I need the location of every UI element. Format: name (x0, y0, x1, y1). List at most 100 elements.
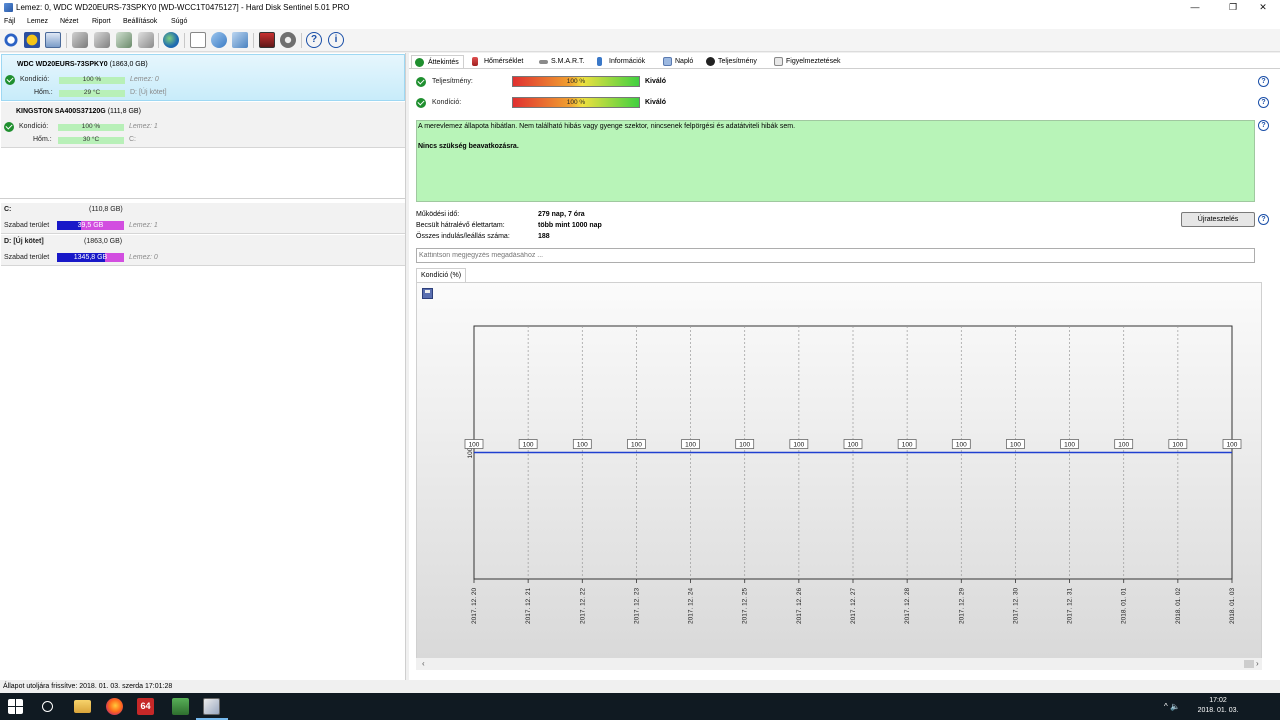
alert-icon (774, 57, 783, 66)
condition-value: 100 % (81, 123, 101, 130)
data-label: 100 (956, 442, 967, 449)
tab-label: Áttekintés (428, 59, 459, 66)
divider (0, 198, 406, 199)
retest-button[interactable]: Újratesztelés (1181, 212, 1255, 227)
clock-time[interactable]: 17:02 (1198, 697, 1238, 704)
data-label: 100 (577, 442, 588, 449)
aida64-icon[interactable]: 64 (137, 698, 154, 715)
tab-information[interactable]: Információk (597, 55, 645, 68)
tray-icons[interactable]: ^ 🔈 (1164, 702, 1180, 711)
scroll-left-icon[interactable]: ‹ (422, 659, 425, 668)
sync-icon[interactable] (211, 32, 227, 48)
network-icon[interactable] (232, 32, 248, 48)
tab-alerts[interactable]: Figyelmeztetések (774, 55, 840, 68)
smart-icon (539, 60, 548, 64)
close-button[interactable]: ✕ (1246, 0, 1280, 15)
refresh-icon[interactable] (3, 32, 19, 48)
temperature-value: 29 °C (83, 89, 101, 96)
drive-icon-1[interactable] (72, 32, 88, 48)
tab-label: Figyelmeztetések (786, 58, 841, 65)
check-circle-icon (415, 58, 424, 67)
volume-name: D: [Új kötet] (4, 238, 44, 245)
data-label: 100 (685, 442, 696, 449)
windows-start-icon[interactable] (8, 699, 23, 714)
menu-view[interactable]: Nézet (60, 18, 78, 25)
disk-item[interactable]: WDC WD20EURS-73SPKY0 (1863,0 GB) Kondíci… (1, 54, 405, 101)
x-tick-label: 2017. 12. 27 (850, 587, 857, 624)
search-icon[interactable] (42, 701, 53, 712)
temperature-bar: 29 °C (59, 89, 125, 97)
tab-performance[interactable]: Teljesítmény (706, 55, 757, 68)
menu-disk[interactable]: Lemez (27, 18, 48, 25)
menu-report[interactable]: Riport (92, 18, 111, 25)
help-icon[interactable]: ? (306, 32, 322, 48)
title-bar: Lemez: 0, WDC WD20EURS-73SPKY0 [WD-WCC1T… (0, 0, 1280, 15)
tab-log[interactable]: Napló (663, 55, 693, 68)
drive-icon-2[interactable] (94, 32, 110, 48)
firefox-icon[interactable] (106, 698, 123, 715)
tab-condition-chart[interactable]: Kondíció (%) (416, 268, 467, 283)
free-space-label: Szabad terület (4, 254, 50, 261)
data-label: 100 (902, 442, 913, 449)
disk-overview-icon[interactable] (24, 32, 40, 48)
performance-icon (706, 57, 715, 66)
thermometer-icon (472, 57, 478, 66)
comment-field[interactable] (416, 248, 1255, 263)
uptime-value: 279 nap, 7 óra (538, 211, 585, 218)
tab-temperature[interactable]: Hőmérséklet (472, 55, 523, 68)
tab-smart[interactable]: S.M.A.R.T. (539, 55, 584, 68)
volume-item[interactable]: C: (110,8 GB) Szabad terület 39,5 GB Lem… (1, 203, 405, 234)
minimize-button[interactable]: — (1178, 0, 1212, 15)
monitor-icon[interactable] (259, 32, 275, 48)
terminal-icon[interactable] (172, 698, 189, 715)
drive-icon-3[interactable] (116, 32, 132, 48)
x-tick-label: 2017. 12. 24 (688, 587, 695, 624)
help-icon[interactable]: ? (1258, 76, 1269, 87)
data-label: 100 (1010, 442, 1021, 449)
menu-bar: Fájl Lemez Nézet Riport Beállítások Súgó (0, 15, 1280, 29)
scroll-right-icon[interactable]: › (1256, 659, 1259, 668)
volume-item[interactable]: D: [Új kötet] (1863,0 GB) Szabad terület… (1, 235, 405, 266)
health-message-box: A merevlemez állapota hibátlan. Nem talá… (416, 120, 1255, 202)
menu-file[interactable]: Fájl (4, 18, 15, 25)
tab-overview[interactable]: Áttekintés (411, 55, 464, 68)
startstop-value: 188 (538, 233, 550, 240)
info-icon[interactable]: i (328, 32, 344, 48)
help-icon[interactable]: ? (1258, 214, 1269, 225)
data-label: 100 (631, 442, 642, 449)
help-icon[interactable]: ? (1258, 120, 1269, 131)
condition-value: 100 % (82, 76, 102, 83)
disk-item[interactable]: KINGSTON SA400S37120G (111,8 GB) Kondíci… (1, 102, 405, 148)
temperature-label: Hőm.: (33, 136, 52, 143)
report-icon[interactable] (190, 32, 206, 48)
y-tick-label: 100 (467, 447, 474, 458)
disk-ref: Lemez: 1 (129, 222, 158, 229)
data-label: 100 (793, 442, 804, 449)
hard-disk-sentinel-icon[interactable] (203, 698, 220, 715)
performance-label: Teljesítmény: (432, 78, 473, 85)
clock-date[interactable]: 2018. 01. 03. (1196, 707, 1240, 714)
app-icon (4, 3, 13, 12)
volume-name: C: (4, 206, 12, 213)
x-tick-label: 2017. 12. 28 (904, 587, 911, 624)
mail-icon[interactable] (45, 32, 61, 48)
volume-size: (110,8 GB) (89, 206, 123, 213)
data-label: 100 (1118, 442, 1129, 449)
x-tick-label: 2017. 12. 29 (958, 587, 965, 624)
status-bar: Állapot utoljára frissítve: 2018. 01. 03… (0, 681, 1280, 693)
menu-settings[interactable]: Beállítások (123, 18, 157, 25)
drive-icon-4[interactable] (138, 32, 154, 48)
gear-icon[interactable] (280, 32, 296, 48)
help-icon[interactable]: ? (1258, 97, 1269, 108)
free-space-value: 39,5 GB (77, 222, 104, 229)
file-explorer-icon[interactable] (74, 700, 91, 713)
condition-label: Kondíció: (19, 123, 49, 130)
restore-button[interactable]: ❐ (1216, 0, 1250, 15)
menu-help[interactable]: Súgó (171, 18, 187, 25)
horizontal-scrollbar[interactable]: ‹ › (416, 658, 1262, 670)
globe-icon[interactable] (163, 32, 179, 48)
x-tick-label: 2017. 12. 31 (1067, 587, 1074, 624)
volume-size: (1863,0 GB) (84, 238, 123, 245)
scroll-thumb[interactable] (1244, 660, 1254, 668)
check-icon (4, 122, 14, 132)
